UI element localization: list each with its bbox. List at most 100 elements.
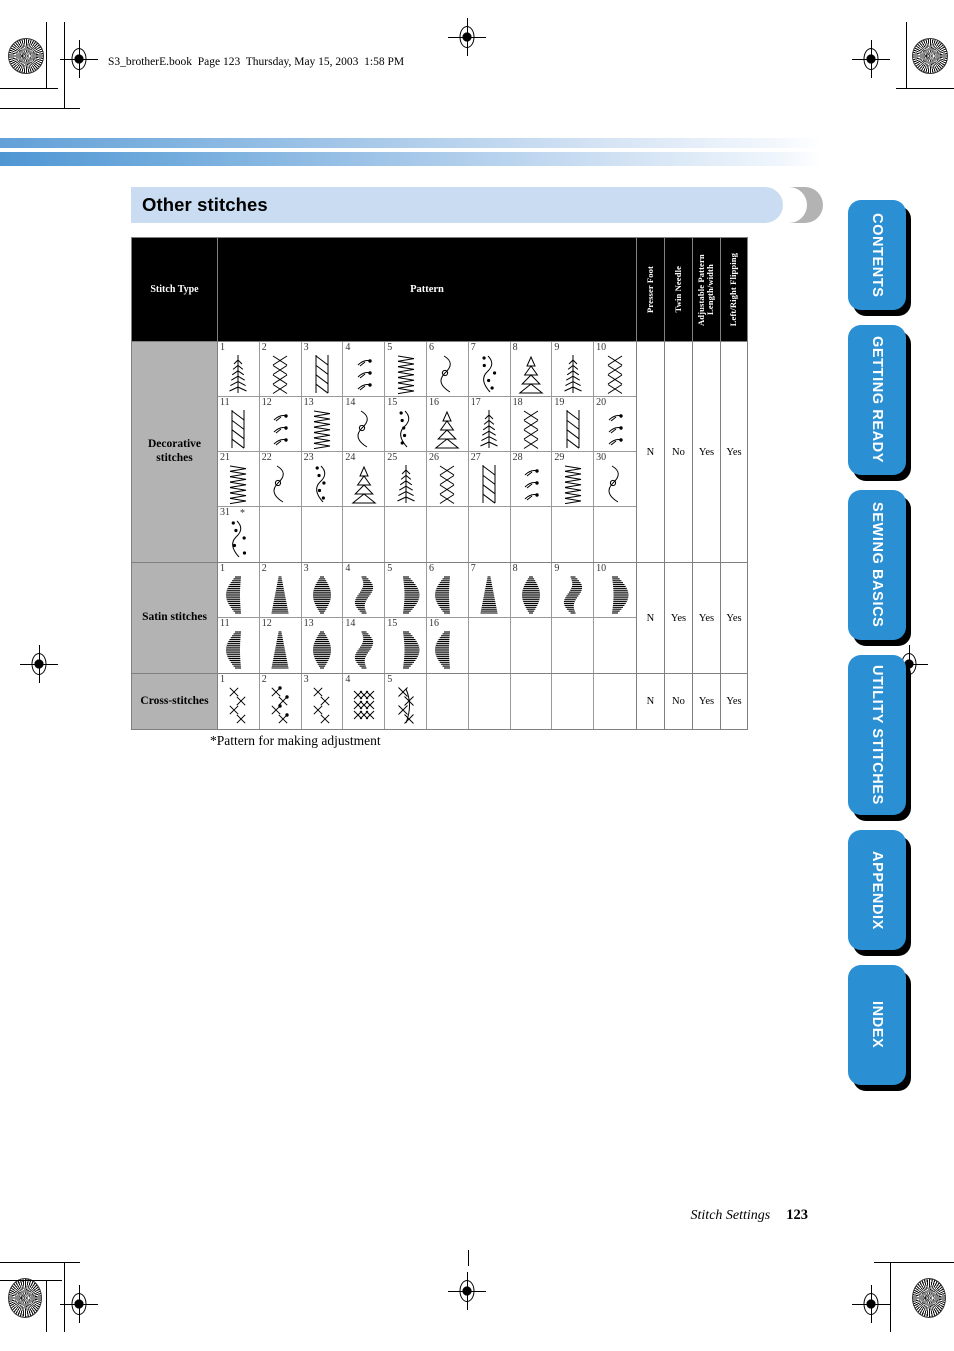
pattern-cell-31: 31 * <box>218 507 260 562</box>
stitch-pattern-glyph <box>302 352 343 395</box>
stitch-pattern-glyph <box>260 352 301 395</box>
stitch-category-label: Decorative stitches <box>131 341 218 563</box>
pattern-grid-cell: 1 2 3 4 5 6 7 8 9 10 11 12 13 14 15 16 17 18 19 20 21 22 23 24 2… <box>217 341 637 563</box>
stitch-pattern-glyph <box>427 407 468 450</box>
pattern-cell-empty <box>594 618 636 673</box>
header-gradient-bar-upper <box>0 138 822 148</box>
crop-mark <box>906 22 907 88</box>
pattern-cell-13: 13 <box>301 618 344 673</box>
pattern-cell-15: 15 <box>385 397 427 452</box>
pattern-cell-empty <box>594 507 636 562</box>
pattern-cell-24: 24 <box>343 452 386 507</box>
pattern-cell-22: 22 <box>259 452 302 507</box>
pattern-cell-30: 30 <box>594 452 636 507</box>
header-gradient-bar-lower <box>0 152 822 166</box>
pattern-cell-15: 15 <box>385 618 427 673</box>
side-tab-label: UTILITY STITCHES <box>869 665 885 805</box>
column-header-presser-foot: Presser Foot <box>635 237 665 342</box>
pattern-cell-empty <box>510 618 553 673</box>
attr-presser-foot: N <box>635 673 665 730</box>
attr-presser-foot: N <box>635 562 665 674</box>
stitch-pattern-glyph <box>594 407 636 450</box>
side-tab-contents[interactable]: CONTENTS <box>848 200 906 310</box>
stitch-pattern-glyph <box>427 462 468 505</box>
pattern-cell-14: 14 <box>343 618 386 673</box>
attr-adjustable-pattern: Yes <box>691 562 721 674</box>
side-index-tabs: CONTENTS GETTING READY SEWING BASICS UTILIT… <box>848 200 910 1100</box>
stitch-pattern-glyph <box>385 573 426 616</box>
page-footer: Stitch Settings 123 <box>691 1207 808 1224</box>
pattern-grid-cell: 12345 <box>217 673 637 730</box>
registration-cross-bottom-right <box>852 1285 890 1323</box>
pattern-cell-9: 9 <box>552 563 595 618</box>
pattern-cell-28: 28 <box>510 452 553 507</box>
registration-cross-mid-left <box>20 645 58 683</box>
attr-left-right-flipping: Yes <box>719 562 748 674</box>
pattern-cell-11: 11 <box>218 397 260 452</box>
pattern-cell-29: 29 <box>552 452 595 507</box>
pattern-cell-20: 20 <box>594 397 636 452</box>
stitch-pattern-glyph <box>385 352 426 395</box>
registration-cross-top-left <box>60 40 98 78</box>
pattern-cell-5: 5 <box>385 674 427 729</box>
stitch-pattern-glyph <box>218 517 259 561</box>
table-footnote: *Pattern for making adjustment <box>210 733 381 748</box>
side-tab-index[interactable]: INDEX <box>848 965 906 1085</box>
stitch-pattern-glyph <box>218 352 259 395</box>
attr-twin-needle: No <box>663 673 693 730</box>
footer-page-number: 123 <box>786 1207 808 1223</box>
crop-mark <box>874 1262 954 1263</box>
title-banner: Other stitches <box>131 187 783 223</box>
stitch-pattern-glyph <box>260 573 301 616</box>
pattern-cell-4: 4 <box>343 563 386 618</box>
stitch-pattern-glyph <box>469 352 510 395</box>
pattern-cell-1: 1 <box>218 342 260 397</box>
side-tab-label: INDEX <box>869 1001 885 1049</box>
registration-cross-top-right <box>852 40 890 78</box>
pattern-grid-row: 31 * <box>218 507 636 562</box>
stitch-pattern-glyph <box>218 462 259 505</box>
pattern-grid-row: 1 2 3 4 5 6 7 8 9 10 <box>218 563 636 618</box>
pattern-cell-12: 12 <box>259 618 302 673</box>
stitch-pattern-glyph <box>594 573 636 616</box>
side-tab-appendix[interactable]: APPENDIX <box>848 830 906 950</box>
pattern-cell-26: 26 <box>426 452 469 507</box>
table-header-row: Stitch Type Pattern Presser Foot Twin Ne… <box>131 237 748 342</box>
stitch-pattern-glyph <box>552 352 593 395</box>
stitch-pattern-glyph <box>218 628 259 672</box>
crop-mark <box>890 1262 891 1332</box>
stitch-pattern-glyph <box>469 573 510 616</box>
side-tab-getting-ready[interactable]: GETTING READY <box>848 325 906 475</box>
pattern-cell-21: 21 <box>218 452 260 507</box>
pattern-cell-3: 3 <box>301 674 344 729</box>
stitch-pattern-glyph <box>343 352 384 395</box>
crop-mark <box>64 22 65 108</box>
pattern-cell-7: 7 <box>468 563 511 618</box>
column-header-left-right-flipping: Left/Right Flipping <box>719 237 748 342</box>
stitch-pattern-glyph <box>594 462 636 505</box>
pattern-cell-5: 5 <box>385 563 427 618</box>
stitch-pattern-glyph <box>343 684 384 728</box>
pattern-cell-empty <box>510 674 553 729</box>
stitch-pattern-glyph <box>343 462 384 505</box>
column-header-twin-needle: Twin Needle <box>663 237 693 342</box>
table-row: Satin stitches 1 2 3 4 5 6 7 8 9 10 11 12 13 14 15 16 N Ye… <box>131 562 748 674</box>
crop-mark <box>0 1262 80 1263</box>
pattern-grid-row: 11 12 13 14 15 16 17 18 19 20 <box>218 397 636 452</box>
registration-cross-top-mid <box>448 18 486 56</box>
pattern-grid-row: 21 22 23 24 25 26 27 28 29 30 <box>218 452 636 507</box>
pattern-cell-empty <box>385 507 427 562</box>
side-tab-utility-stitches[interactable]: UTILITY STITCHES <box>848 655 906 815</box>
table-row: Decorative stitches 1 2 3 4 5 6 7 8 9 10 11 12 13 14 15… <box>131 341 748 563</box>
pattern-cell-5: 5 <box>385 342 427 397</box>
pattern-cell-4: 4 <box>343 674 386 729</box>
stitch-pattern-glyph <box>511 573 552 616</box>
stitch-pattern-glyph <box>302 684 343 728</box>
pattern-cell-16: 16 <box>426 618 469 673</box>
side-tab-sewing-basics[interactable]: SEWING BASICS <box>848 490 906 640</box>
pattern-cell-3: 3 <box>301 563 344 618</box>
stitch-pattern-glyph <box>343 573 384 616</box>
stitch-pattern-glyph <box>385 462 426 505</box>
column-header-pattern: Pattern <box>217 237 637 342</box>
side-tab-label: APPENDIX <box>869 850 885 930</box>
